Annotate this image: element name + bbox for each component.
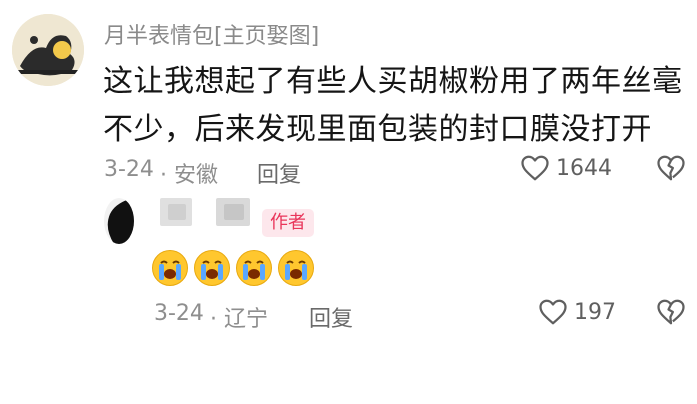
heart-icon: [521, 155, 549, 181]
reply-avatar[interactable]: [104, 198, 134, 244]
reply-emoji-row: [152, 250, 314, 286]
reply-date: 3-24: [154, 301, 204, 326]
crying-face-icon: [278, 250, 314, 286]
crying-face-drawing: [159, 260, 181, 280]
broken-heart-icon: [657, 299, 685, 325]
reply-like-button[interactable]: 197: [538, 298, 616, 326]
crying-face-drawing: [243, 260, 265, 280]
heart-icon: [539, 299, 567, 325]
crying-face-icon: [194, 250, 230, 286]
crying-face-icon: [236, 250, 272, 286]
broken-heart-icon: [657, 155, 685, 181]
reply-like-count: 197: [574, 299, 616, 325]
reply-dislike-button[interactable]: [656, 298, 686, 330]
commenter-avatar[interactable]: [12, 14, 84, 86]
reply-username-blur-block-2: [224, 204, 244, 220]
crying-face-drawing: [201, 260, 223, 280]
comment-location: · 安徽: [160, 163, 218, 188]
comment-username[interactable]: 月半表情包[主页娶图]: [104, 18, 319, 50]
comment-text: 这让我想起了有些人买胡椒粉用了两年丝毫不少，后来发现里面包装的封口膜没打开: [103, 64, 683, 147]
reply-avatar-shape: [107, 198, 134, 244]
crying-face-drawing: [285, 260, 307, 280]
comment-like-count: 1644: [556, 155, 612, 181]
crying-face-icon: [152, 250, 188, 286]
comment-reply-button[interactable]: 回复: [257, 157, 301, 189]
author-badge: 作者: [262, 209, 314, 237]
cartoon-dog-avatar-icon: [12, 14, 84, 86]
reply-location: · 辽宁: [210, 307, 268, 332]
comment-dislike-button[interactable]: [656, 154, 686, 186]
reply-username-blur-block: [168, 204, 186, 220]
reply-reply-button[interactable]: 回复: [309, 301, 353, 333]
comment-date: 3-24: [104, 157, 154, 182]
comment-like-button[interactable]: 1644: [520, 154, 612, 182]
